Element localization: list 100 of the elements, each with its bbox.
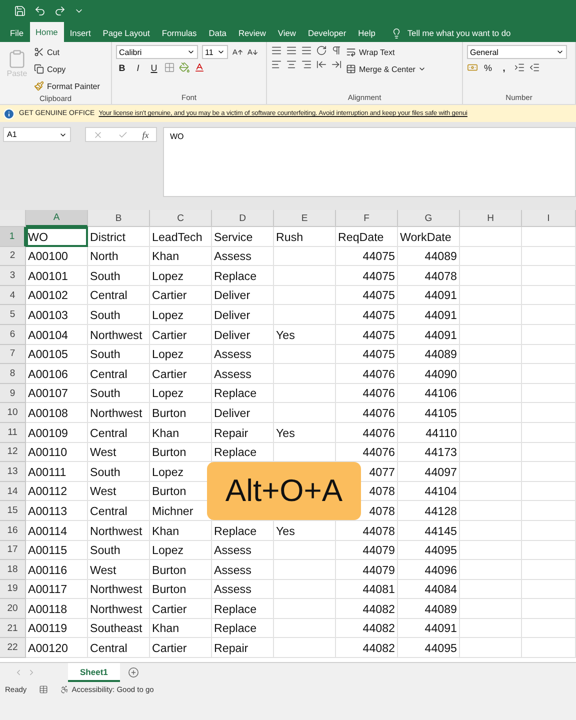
lightbulb-icon[interactable] xyxy=(391,28,402,38)
row-header[interactable]: 1 xyxy=(0,227,26,247)
merge-center-button[interactable]: Merge & Center xyxy=(346,62,426,76)
font-color-icon[interactable] xyxy=(194,62,205,73)
add-sheet-icon[interactable] xyxy=(128,667,139,678)
column-header[interactable]: H xyxy=(460,210,522,227)
ribbon-tab[interactable]: Formulas xyxy=(156,24,203,42)
row-header[interactable]: 10 xyxy=(0,403,26,423)
copy-button[interactable]: Copy xyxy=(34,62,100,76)
empty-cell xyxy=(522,227,576,247)
column-header[interactable]: D xyxy=(212,210,274,227)
active-cell[interactable]: WO xyxy=(26,227,88,247)
row-header[interactable]: 9 xyxy=(0,384,26,404)
row-header[interactable]: 21 xyxy=(0,618,26,638)
wrap-text-button[interactable]: Wrap Text xyxy=(346,45,426,59)
table-cell: South xyxy=(88,305,150,325)
font-size-select[interactable]: 11 xyxy=(202,45,228,59)
column-header[interactable]: A xyxy=(26,210,88,227)
empty-cell xyxy=(460,344,522,364)
comma-button[interactable]: , xyxy=(498,62,510,72)
fill-color-icon[interactable] xyxy=(179,62,190,73)
table-cell: A00105 xyxy=(26,344,88,364)
table-cell: 44075 xyxy=(336,344,398,364)
table-cell: 44104 xyxy=(398,482,460,502)
underline-button[interactable]: U xyxy=(148,62,160,72)
ribbon-tab[interactable]: View xyxy=(272,24,302,42)
name-box[interactable]: A1 xyxy=(3,127,71,142)
table-cell: West xyxy=(88,482,150,502)
middle-align-icon[interactable] xyxy=(286,45,297,56)
formula-field[interactable]: WO xyxy=(163,127,576,197)
row-header[interactable]: 12 xyxy=(0,442,26,462)
column-header[interactable]: E xyxy=(274,210,336,227)
table-cell: Burton xyxy=(150,580,212,600)
increase-indent-icon[interactable] xyxy=(331,59,342,70)
row-header[interactable]: 15 xyxy=(0,501,26,521)
row-header[interactable]: 7 xyxy=(0,344,26,364)
row-header[interactable]: 11 xyxy=(0,422,26,443)
row-header[interactable]: 6 xyxy=(0,324,26,345)
column-header[interactable]: B xyxy=(88,210,150,227)
column-header[interactable]: F xyxy=(336,210,398,227)
decrease-indent-icon[interactable] xyxy=(316,59,327,70)
ribbon-tab[interactable]: Review xyxy=(232,24,272,42)
row-header[interactable]: 16 xyxy=(0,520,26,540)
row-header[interactable]: 3 xyxy=(0,266,26,286)
undo-icon[interactable] xyxy=(34,5,46,17)
ribbon-tab[interactable]: File xyxy=(4,24,30,42)
row-header[interactable]: 20 xyxy=(0,599,26,619)
column-header[interactable]: I xyxy=(522,210,576,227)
ribbon-tab[interactable]: Insert xyxy=(64,24,97,42)
ribbon-tab[interactable]: Developer xyxy=(302,24,352,42)
empty-cell xyxy=(522,403,576,423)
cut-button[interactable]: Cut xyxy=(34,45,100,59)
table-cell: 44075 xyxy=(336,286,398,306)
shrink-font-icon[interactable] xyxy=(247,46,258,58)
row-header[interactable]: 18 xyxy=(0,560,26,580)
text-direction-icon[interactable] xyxy=(331,45,342,56)
ribbon-tab[interactable]: Home xyxy=(30,22,64,42)
table-cell: 44173 xyxy=(398,442,460,462)
row-header[interactable]: 2 xyxy=(0,246,26,266)
format-painter-button[interactable]: Format Painter xyxy=(34,79,100,93)
redo-icon[interactable] xyxy=(54,5,66,17)
increase-decimal-icon[interactable] xyxy=(514,62,525,73)
table-cell: Replace xyxy=(212,599,274,619)
row-header[interactable]: 8 xyxy=(0,364,26,384)
save-icon[interactable] xyxy=(14,5,26,17)
bottom-align-icon[interactable] xyxy=(301,45,312,56)
row-header[interactable]: 5 xyxy=(0,305,26,325)
top-align-icon[interactable] xyxy=(271,45,282,56)
tell-me-field[interactable]: Tell me what you want to do xyxy=(407,28,511,38)
row-header[interactable]: 17 xyxy=(0,540,26,560)
bold-button[interactable]: B xyxy=(116,62,128,72)
percent-button[interactable]: % xyxy=(482,62,494,72)
orientation-icon[interactable] xyxy=(316,45,327,56)
align-left-icon[interactable] xyxy=(271,59,282,70)
column-header[interactable]: G xyxy=(398,210,460,227)
table-cell: 44079 xyxy=(336,560,398,580)
sheet-tab[interactable]: Sheet1 xyxy=(68,663,120,682)
grow-font-icon[interactable] xyxy=(232,46,243,58)
row-header[interactable]: 4 xyxy=(0,286,26,306)
borders-icon[interactable] xyxy=(164,62,175,73)
ribbon-tab[interactable]: Help xyxy=(352,24,382,42)
table-cell: Northwest xyxy=(88,580,150,600)
row-header[interactable]: 13 xyxy=(0,462,26,482)
italic-button[interactable]: I xyxy=(132,62,144,72)
insert-function-button[interactable]: fx xyxy=(142,130,149,140)
column-header[interactable]: C xyxy=(150,210,212,227)
font-name-select[interactable]: Calibri xyxy=(116,45,198,59)
table-cell: South xyxy=(88,384,150,404)
table-cell: 44090 xyxy=(398,364,460,384)
row-header[interactable]: 22 xyxy=(0,638,26,658)
row-header[interactable]: 14 xyxy=(0,482,26,502)
currency-icon[interactable] xyxy=(467,62,478,73)
row-header[interactable]: 19 xyxy=(0,580,26,600)
ribbon-tab[interactable]: Data xyxy=(202,24,232,42)
empty-cell xyxy=(460,403,522,423)
align-center-icon[interactable] xyxy=(286,59,297,70)
align-right-icon[interactable] xyxy=(301,59,312,70)
ribbon-tab[interactable]: Page Layout xyxy=(96,24,156,42)
decrease-decimal-icon[interactable] xyxy=(529,62,540,73)
number-format-select[interactable]: General xyxy=(467,45,567,59)
